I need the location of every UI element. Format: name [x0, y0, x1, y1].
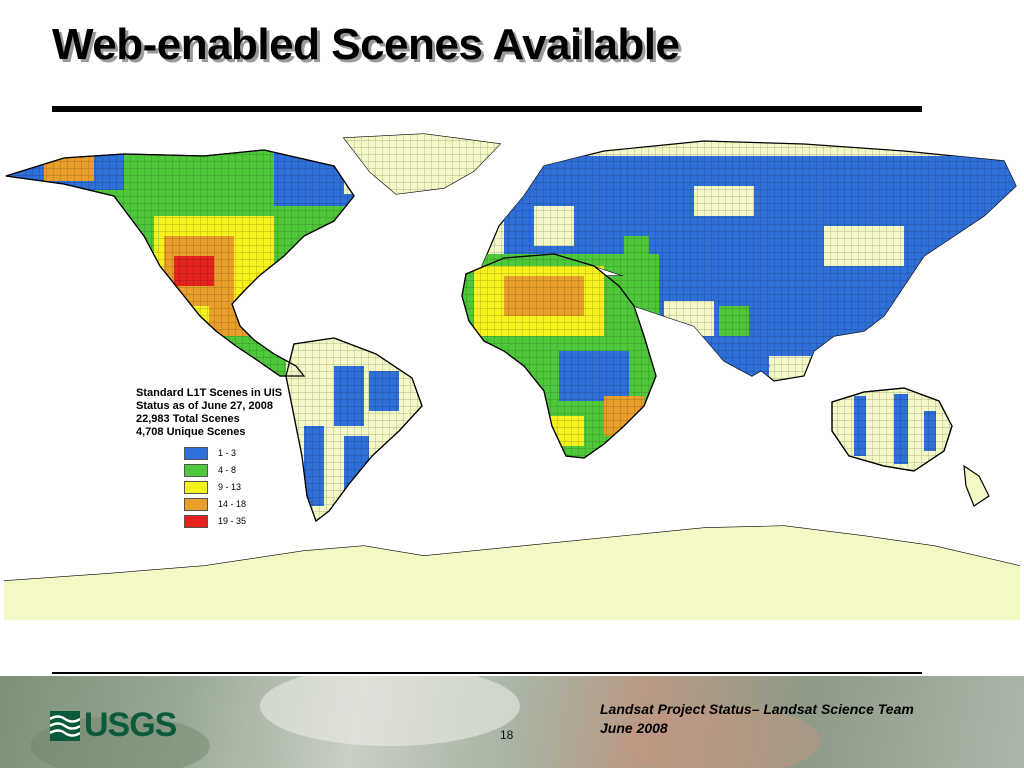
world-map-svg	[4, 126, 1020, 620]
legend-item: 4 - 8	[184, 462, 282, 479]
legend-line-2: Status as of June 27, 2008	[136, 400, 273, 412]
legend-label: 14 - 18	[218, 499, 247, 509]
footer-texture	[260, 676, 520, 746]
legend-label: 19 - 35	[218, 516, 247, 526]
footer-line-1: Landsat Project Status– Landsat Science …	[600, 701, 914, 717]
page-number: 18	[500, 728, 514, 742]
legend-label: 9 - 13	[218, 482, 242, 492]
legend-line-4: 4,708 Unique Scenes	[136, 426, 246, 438]
title-underline	[52, 106, 922, 112]
world-map	[4, 126, 1020, 620]
footer-band: USGS 18 Landsat Project Status– Landsat …	[0, 676, 1024, 768]
legend-item: 9 - 13	[184, 479, 282, 496]
usgs-wave-icon	[50, 710, 80, 741]
legend-item: 14 - 18	[184, 496, 282, 513]
map-legend: Standard L1T Scenes in UIS Status as of …	[136, 387, 282, 530]
footer-caption: Landsat Project Status– Landsat Science …	[600, 700, 914, 738]
usgs-logo: USGS	[50, 706, 177, 745]
footer-line-2: June 2008	[600, 720, 668, 736]
legend-line-1: Standard L1T Scenes in UIS	[136, 387, 283, 399]
legend-swatch	[184, 464, 208, 477]
legend-label: 1 - 3	[218, 448, 237, 458]
legend-swatch	[184, 481, 208, 494]
legend-swatch	[184, 447, 208, 460]
slide-title: Web-enabled Scenes Available	[52, 20, 680, 69]
legend-line-3: 22,983 Total Scenes	[136, 413, 240, 425]
legend-item: 19 - 35	[184, 513, 282, 530]
legend-items: 1 - 3 4 - 8 9 - 13 14 - 18 19 - 35	[184, 445, 282, 530]
footer-divider	[52, 672, 922, 674]
legend-item: 1 - 3	[184, 445, 282, 462]
legend-swatch	[184, 515, 208, 528]
legend-label: 4 - 8	[218, 465, 237, 475]
usgs-logo-text: USGS	[84, 706, 177, 744]
legend-swatch	[184, 498, 208, 511]
